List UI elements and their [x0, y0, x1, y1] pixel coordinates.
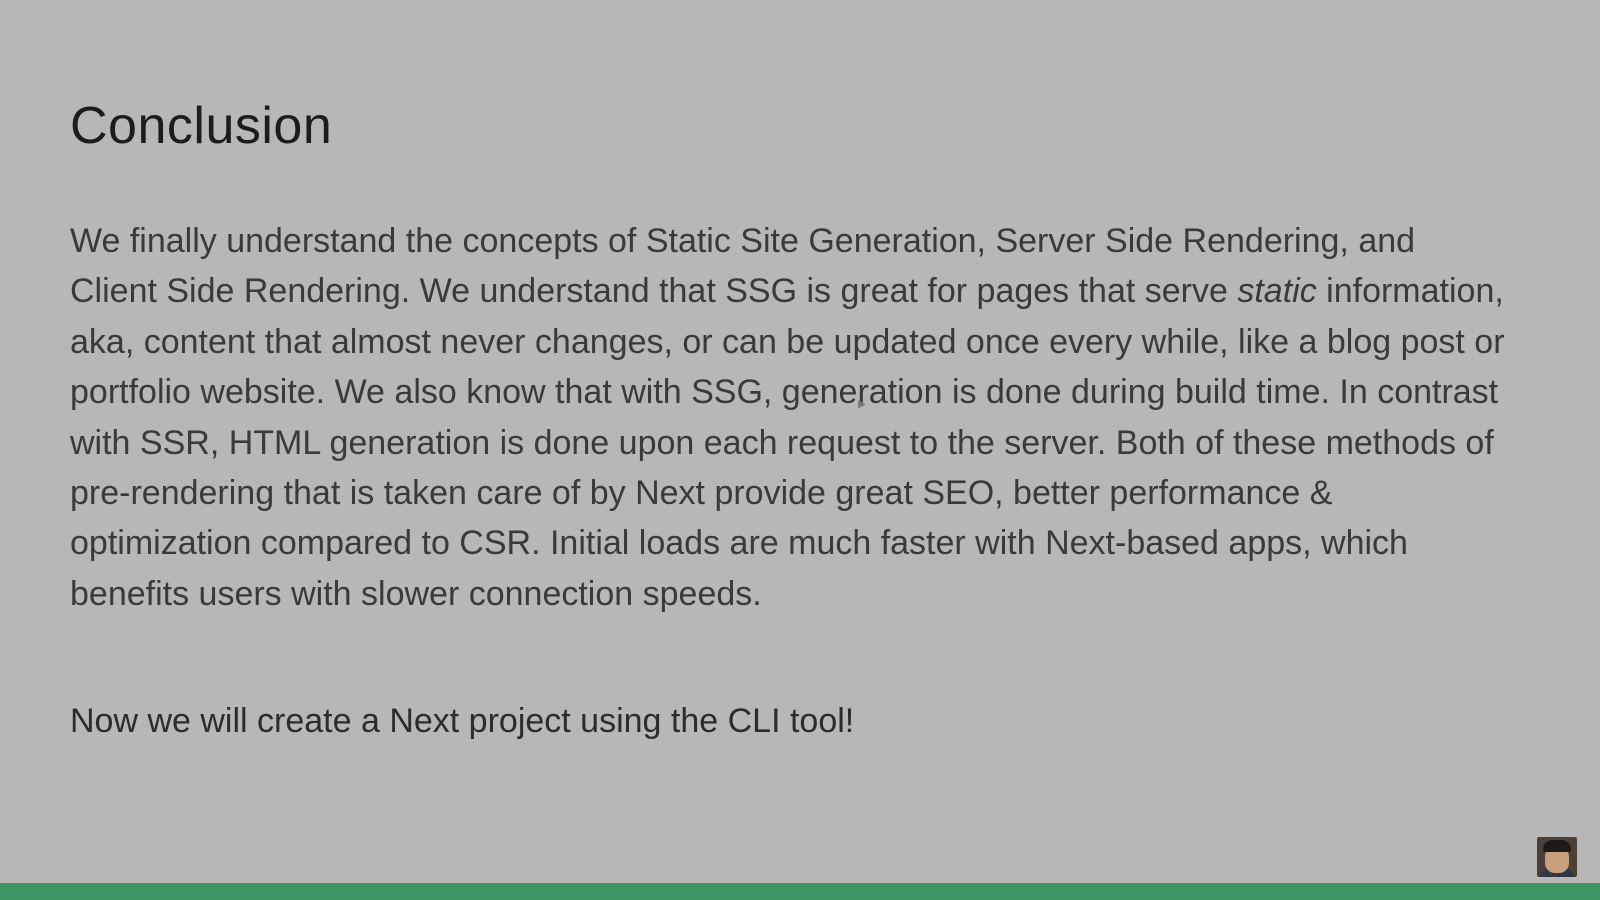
paragraph-text-part-2: information, aka, content that almost ne… — [70, 272, 1505, 613]
slide-followup-text: Now we will create a Next project using … — [70, 702, 855, 740]
slide-paragraph: We finally understand the concepts of St… — [70, 216, 1510, 619]
slide-title: Conclusion — [70, 97, 333, 155]
paragraph-italic-word: static — [1237, 272, 1317, 311]
video-progress-bar[interactable] — [0, 883, 1600, 900]
paragraph-text-part-1: We finally understand the concepts of St… — [70, 222, 1416, 311]
slide: Conclusion We finally understand the con… — [0, 0, 1600, 883]
presenter-hair — [1543, 840, 1571, 852]
presenter-webcam — [1537, 837, 1577, 877]
